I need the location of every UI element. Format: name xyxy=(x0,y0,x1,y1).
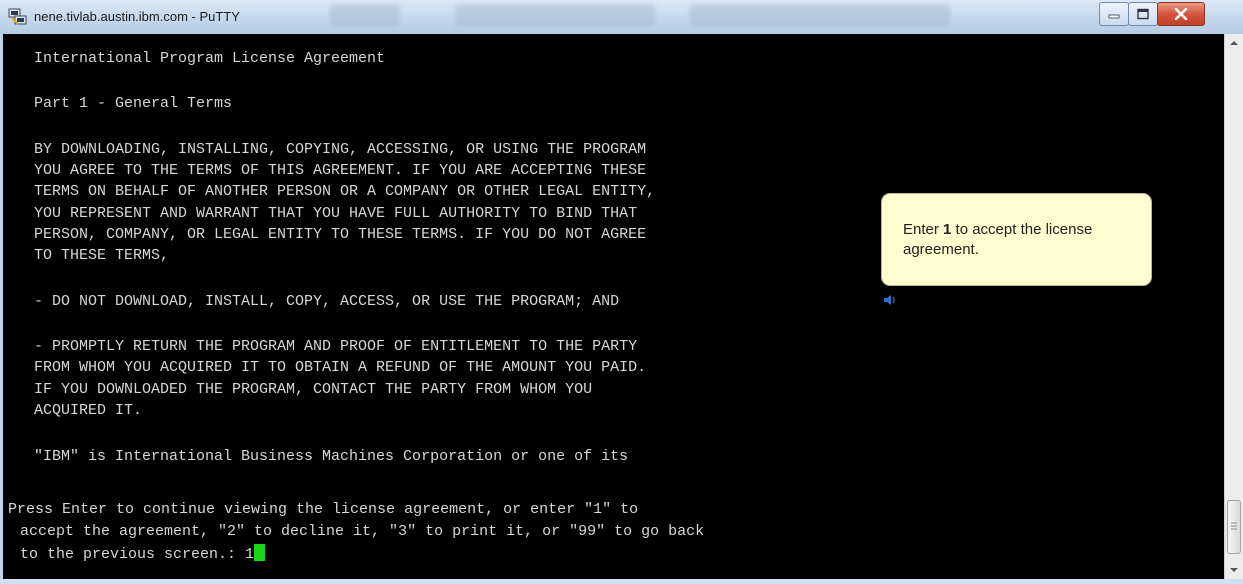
terminal-line: International Program License Agreement xyxy=(34,50,386,67)
terminal-line: "IBM" is International Business Machines… xyxy=(34,448,629,465)
maximize-button[interactable] xyxy=(1128,2,1158,26)
terminal-prompt-line: accept the agreement, "2" to decline it,… xyxy=(20,523,705,540)
instruction-callout: Enter 1 to accept the license agreement. xyxy=(881,193,1152,286)
terminal-prompt-line: Press Enter to continue viewing the lice… xyxy=(8,501,639,518)
terminal-line: IF YOU DOWNLOADED THE PROGRAM, CONTACT T… xyxy=(34,381,593,398)
scroll-up-arrow-icon xyxy=(1230,41,1238,45)
blurred-taskbar-region xyxy=(455,4,655,26)
terminal-input-line[interactable]: to the previous screen.: 1 xyxy=(20,544,266,564)
minimize-icon xyxy=(1108,14,1120,19)
vertical-scrollbar[interactable] xyxy=(1224,34,1243,579)
minimize-button[interactable] xyxy=(1099,2,1129,26)
terminal-line: ACQUIRED IT. xyxy=(34,402,143,419)
terminal-line: PERSON, COMPANY, OR LEGAL ENTITY TO THES… xyxy=(34,226,647,243)
terminal-line: TERMS ON BEHALF OF ANOTHER PERSON OR A C… xyxy=(34,183,656,200)
terminal-screen[interactable]: International Program License Agreement … xyxy=(3,34,1224,579)
terminal-input-text: to the previous screen.: 1 xyxy=(20,546,255,563)
terminal-line: - PROMPTLY RETURN THE PROGRAM AND PROOF … xyxy=(34,338,638,355)
close-icon xyxy=(1174,8,1188,20)
title-bar[interactable]: nene.tivlab.austin.ibm.com - PuTTY xyxy=(0,0,1243,34)
scrollbar-thumb[interactable] xyxy=(1227,500,1241,554)
window-title: nene.tivlab.austin.ibm.com - PuTTY xyxy=(34,9,240,24)
terminal-line: YOU REPRESENT AND WARRANT THAT YOU HAVE … xyxy=(34,205,638,222)
text-cursor xyxy=(254,544,266,561)
putty-window: nene.tivlab.austin.ibm.com - PuTTY Inter… xyxy=(0,0,1243,579)
scroll-down-button[interactable] xyxy=(1225,561,1243,579)
scroll-down-arrow-icon xyxy=(1230,568,1238,572)
terminal-line: YOU AGREE TO THE TERMS OF THIS AGREEMENT… xyxy=(34,162,647,179)
terminal-line: FROM WHOM YOU ACQUIRED IT TO OBTAIN A RE… xyxy=(34,359,647,376)
speaker-icon[interactable] xyxy=(883,293,897,305)
grip-icon xyxy=(1231,522,1237,530)
putty-icon[interactable] xyxy=(8,8,28,26)
terminal-line: - DO NOT DOWNLOAD, INSTALL, COPY, ACCESS… xyxy=(34,293,620,310)
callout-text: Enter 1 to accept the license agreement. xyxy=(903,220,1143,260)
scroll-up-button[interactable] xyxy=(1225,34,1243,52)
terminal-line: TO THESE TERMS, xyxy=(34,247,170,264)
callout-prefix: Enter xyxy=(903,221,944,238)
terminal-line: Part 1 - General Terms xyxy=(34,95,233,112)
blurred-taskbar-region xyxy=(690,4,950,26)
maximize-icon xyxy=(1137,8,1149,20)
close-button[interactable] xyxy=(1157,2,1205,26)
blurred-taskbar-region xyxy=(330,4,400,26)
terminal-line: BY DOWNLOADING, INSTALLING, COPYING, ACC… xyxy=(34,141,647,158)
